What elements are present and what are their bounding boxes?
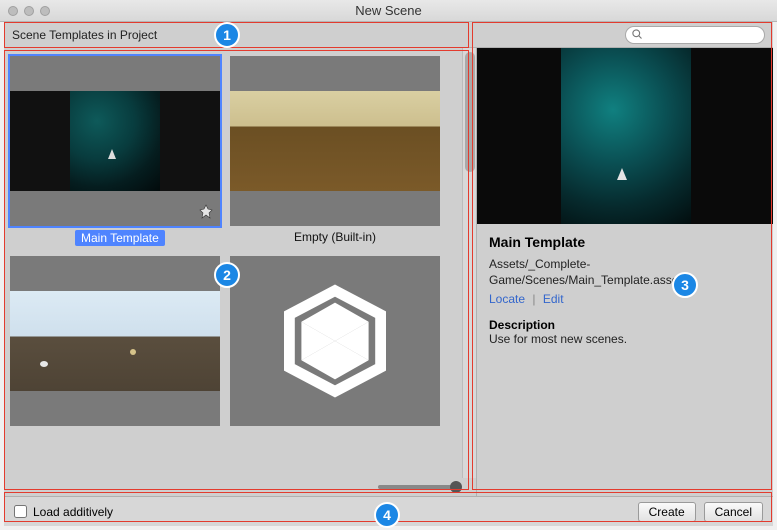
- search-icon: [631, 28, 643, 40]
- details-title: Main Template: [489, 234, 761, 250]
- template-item[interactable]: Main Template: [10, 56, 220, 246]
- scrollbar-thumb[interactable]: [465, 52, 475, 172]
- template-preview: [477, 48, 773, 224]
- templates-pane: Main Template Empty (Built-in): [4, 48, 477, 496]
- template-thumbnail[interactable]: [10, 256, 220, 426]
- slider-knob[interactable]: [450, 481, 462, 493]
- templates-header-label: Scene Templates in Project: [12, 28, 157, 42]
- close-icon[interactable]: [8, 6, 18, 16]
- thumbnail-size-slider[interactable]: [378, 485, 458, 489]
- minimize-icon[interactable]: [24, 6, 34, 16]
- create-button[interactable]: Create: [638, 502, 696, 522]
- template-thumbnail[interactable]: [230, 256, 440, 426]
- template-thumbnail[interactable]: [230, 56, 440, 226]
- template-item[interactable]: [230, 256, 440, 430]
- annotation-badge: 1: [214, 22, 240, 48]
- details-pane: Main Template Assets/_Complete-Game/Scen…: [477, 48, 773, 496]
- vertical-scrollbar[interactable]: [462, 48, 476, 478]
- locate-link[interactable]: Locate: [489, 292, 525, 306]
- load-additively-label: Load additively: [33, 505, 113, 519]
- window-title: New Scene: [0, 3, 777, 18]
- annotation-badge: 3: [672, 272, 698, 298]
- zoom-icon[interactable]: [40, 6, 50, 16]
- template-item[interactable]: Empty (Built-in): [230, 56, 440, 246]
- template-thumbnail[interactable]: [10, 56, 220, 226]
- details-asset-path: Assets/_Complete-Game/Scenes/Main_Templa…: [489, 256, 761, 288]
- template-label: Empty (Built-in): [230, 230, 440, 244]
- load-additively-row[interactable]: Load additively: [14, 505, 113, 519]
- template-label: Main Template: [75, 230, 165, 246]
- edit-link[interactable]: Edit: [543, 292, 564, 306]
- annotation-badge: 4: [374, 502, 400, 528]
- window-controls: [8, 6, 50, 16]
- separator: |: [532, 292, 535, 306]
- titlebar: New Scene: [0, 0, 777, 22]
- template-item[interactable]: [10, 256, 220, 430]
- templates-header: Scene Templates in Project: [4, 22, 773, 48]
- search-input[interactable]: [625, 26, 765, 44]
- annotation-badge: 2: [214, 262, 240, 288]
- load-additively-checkbox[interactable]: [14, 505, 27, 518]
- pin-icon[interactable]: [198, 204, 214, 220]
- cancel-button[interactable]: Cancel: [704, 502, 763, 522]
- description-heading: Description: [489, 318, 761, 332]
- description-text: Use for most new scenes.: [489, 332, 761, 346]
- unity-logo-icon: [275, 281, 395, 401]
